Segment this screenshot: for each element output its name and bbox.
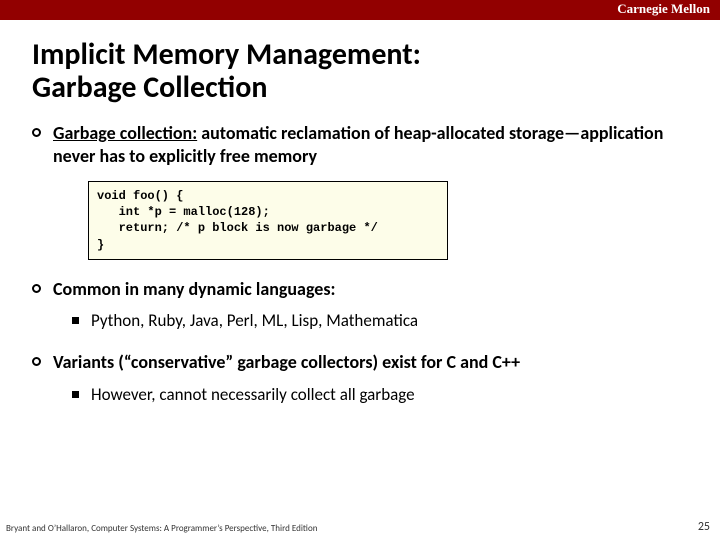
subbullet-2-1-text: Python, Ruby, Java, Perl, ML, Lisp, Math… (91, 310, 418, 331)
slide-title: Implicit Memory Management: Garbage Coll… (32, 38, 720, 104)
bullet-circle-icon (32, 357, 41, 366)
code-block: void foo() { int *p = malloc(128); retur… (88, 181, 448, 260)
spacer (32, 337, 698, 351)
bullet-1-text: Garbage collection: automatic reclamatio… (53, 122, 698, 167)
bullet-2-text: Common in many dynamic languages: (53, 278, 336, 301)
bullet-1-lead: Garbage collection: (53, 122, 197, 144)
bullet-1: Garbage collection: automatic reclamatio… (32, 122, 698, 167)
subbullet-3-1-text: However, cannot necessarily collect all … (91, 384, 415, 405)
bullet-square-icon (72, 391, 79, 398)
bullet-3: Variants (“conservative” garbage collect… (32, 351, 698, 374)
slide-number: 25 (698, 520, 710, 534)
bullet-circle-icon (32, 284, 41, 293)
footer-citation: Bryant and O’Hallaron, Computer Systems:… (6, 523, 317, 534)
subbullet-3-1: However, cannot necessarily collect all … (72, 384, 698, 405)
subbullet-2-1: Python, Ruby, Java, Perl, ML, Lisp, Math… (72, 310, 698, 331)
bullet-circle-icon (32, 128, 41, 137)
bullet-square-icon (72, 317, 79, 324)
title-line-1: Implicit Memory Management: (32, 36, 421, 73)
header-bar: Carnegie Mellon (0, 0, 720, 20)
slide-body: Garbage collection: automatic reclamatio… (32, 122, 698, 405)
title-line-2: Garbage Collection (32, 69, 267, 106)
bullet-3-text: Variants (“conservative” garbage collect… (53, 351, 520, 374)
brand-label: Carnegie Mellon (617, 1, 710, 17)
bullet-2: Common in many dynamic languages: (32, 278, 698, 301)
